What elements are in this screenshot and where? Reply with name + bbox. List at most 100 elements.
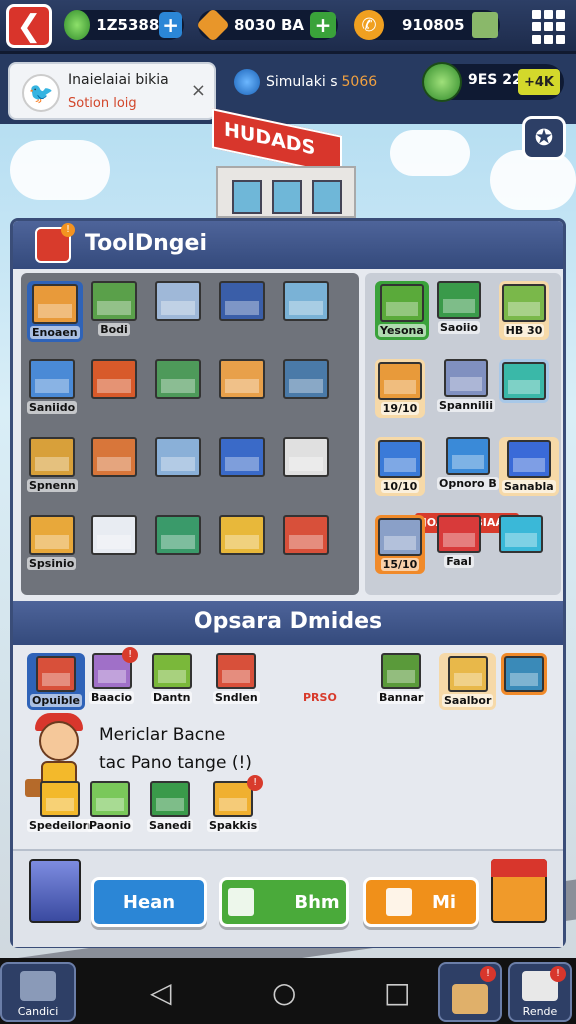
building-label: Enoaen (30, 326, 80, 339)
building-icon (378, 440, 422, 478)
facility-tile[interactable]: Spannilii (437, 359, 495, 412)
building-icon (155, 515, 201, 555)
option-tile[interactable]: Dantn (151, 653, 193, 704)
shop-building-icon[interactable] (491, 859, 547, 923)
building-tile[interactable] (91, 359, 137, 399)
facility-tile[interactable]: Yesona (375, 281, 429, 340)
add-gold-button[interactable]: + (310, 12, 336, 38)
system-recent-icon[interactable]: □ (384, 976, 410, 1009)
facility-label: 10/10 (380, 480, 420, 493)
panel-header: ! ToolDngei (13, 221, 563, 269)
facility-tile[interactable]: Opnoro B (437, 437, 499, 490)
building-tile[interactable] (155, 359, 201, 399)
building-tile[interactable]: Enoaen (27, 281, 83, 342)
gold-resource: 8030 BA + (196, 8, 338, 42)
cloud (10, 140, 110, 200)
option-tile[interactable]: Sanedi (147, 781, 194, 832)
building-icon (499, 515, 543, 553)
document-icon (385, 888, 412, 916)
building-tile[interactable] (219, 359, 265, 399)
gem-icon (64, 10, 91, 40)
building-tile[interactable] (219, 281, 265, 321)
building-tile[interactable] (283, 515, 329, 555)
building-tile[interactable] (283, 281, 329, 321)
nav-button-box[interactable]: ! (438, 962, 502, 1022)
building-icon (381, 653, 422, 689)
building-tile[interactable] (219, 515, 265, 555)
facility-label: Saoiio (437, 321, 480, 334)
building-icon (283, 515, 329, 555)
option-tile[interactable]: Spedeilon (27, 781, 93, 832)
building-label: Spsinio (27, 557, 77, 570)
option-label: Sndlen (213, 691, 260, 704)
favorites-button[interactable]: ✪ (522, 116, 566, 160)
nav-button-rende[interactable]: Rende ! (508, 962, 572, 1022)
building-icon (31, 284, 78, 324)
facility-tile[interactable]: Saoiio (437, 281, 481, 334)
shop-action-button[interactable]: Mi (363, 877, 479, 927)
back-button[interactable]: ❮ (6, 4, 52, 48)
mascot-message-line2: tac Pano tange (!) (99, 753, 252, 773)
build-action-button[interactable]: Bhm (219, 877, 349, 927)
facility-tile[interactable]: HB 30 (499, 281, 549, 340)
arrow-left-icon: ❮ (16, 8, 42, 44)
tool-panel: ! ToolDngei JOASO UBIAAE Opsara Dmides M… (10, 218, 566, 948)
building-tile[interactable] (219, 437, 265, 477)
building-icon (378, 518, 422, 556)
server-building-icon[interactable] (29, 859, 81, 923)
action-label: Hean (122, 891, 176, 913)
facility-label: Opnoro B (437, 477, 499, 490)
option-tile[interactable]: Bannar (377, 653, 426, 704)
option-tile[interactable] (501, 653, 547, 695)
coins-badge[interactable]: +4K (518, 69, 560, 95)
building-tile[interactable]: Spsinio (27, 515, 77, 570)
facility-tile[interactable] (499, 359, 549, 403)
facility-tile[interactable]: 19/10 (375, 359, 425, 418)
box-icon (452, 984, 488, 1014)
notification-badge: ! (247, 775, 264, 791)
building-icon (437, 281, 481, 319)
building-tile[interactable] (283, 437, 329, 477)
notification-card[interactable]: 🐦 Inaielaiai bikia Sotion loig × (8, 62, 216, 120)
facility-label: Faal (444, 555, 474, 568)
gem-value: 1Z5388 (96, 16, 160, 34)
option-tile[interactable]: Paonio (87, 781, 133, 832)
nav-button-left[interactable]: Candici (0, 962, 76, 1022)
option-label: Spedeilon (27, 819, 93, 832)
facility-label: 15/10 (380, 558, 420, 571)
option-tile[interactable]: Baacio! (89, 647, 139, 704)
building-tile[interactable] (155, 515, 201, 555)
facility-tile[interactable]: 15/10 (375, 515, 425, 574)
system-home-icon[interactable]: ○ (272, 976, 296, 1009)
notification-badge: ! (480, 966, 496, 982)
facility-tile[interactable]: Faal (437, 515, 481, 568)
option-label: Paonio (87, 819, 133, 832)
building-label: Bodi (98, 323, 130, 336)
facility-tile[interactable]: Sanabla (499, 437, 559, 496)
primary-action-button[interactable]: Hean (91, 877, 207, 927)
option-tile[interactable]: Spakkis! (207, 775, 264, 832)
option-tile[interactable]: Saalbor (439, 653, 497, 710)
building-tile[interactable]: Bodi (91, 281, 137, 336)
building-tile[interactable] (155, 281, 201, 321)
building-tile[interactable] (155, 437, 201, 477)
building-tile[interactable]: Saniido (27, 359, 78, 414)
building-tile[interactable]: Spnenn (27, 437, 78, 492)
facility-tile[interactable] (499, 515, 543, 553)
grid-menu-icon[interactable] (532, 10, 566, 44)
building-tile[interactable] (283, 359, 329, 399)
gold-bar-icon (196, 8, 230, 42)
building-icon (506, 440, 551, 478)
system-back-icon[interactable]: ◁ (150, 976, 172, 1009)
option-tile[interactable]: Opuible (27, 653, 85, 710)
building-tile[interactable] (91, 515, 137, 555)
section-header: Opsara Dmides (13, 601, 563, 645)
add-gems-button[interactable]: + (159, 12, 182, 38)
building-icon (28, 515, 75, 555)
option-tile[interactable]: Sndlen (213, 653, 260, 704)
building-icon (89, 781, 130, 817)
close-icon[interactable]: × (191, 80, 206, 101)
tools-icon (20, 971, 56, 1001)
building-tile[interactable] (91, 437, 137, 477)
facility-tile[interactable]: 10/10 (375, 437, 425, 496)
